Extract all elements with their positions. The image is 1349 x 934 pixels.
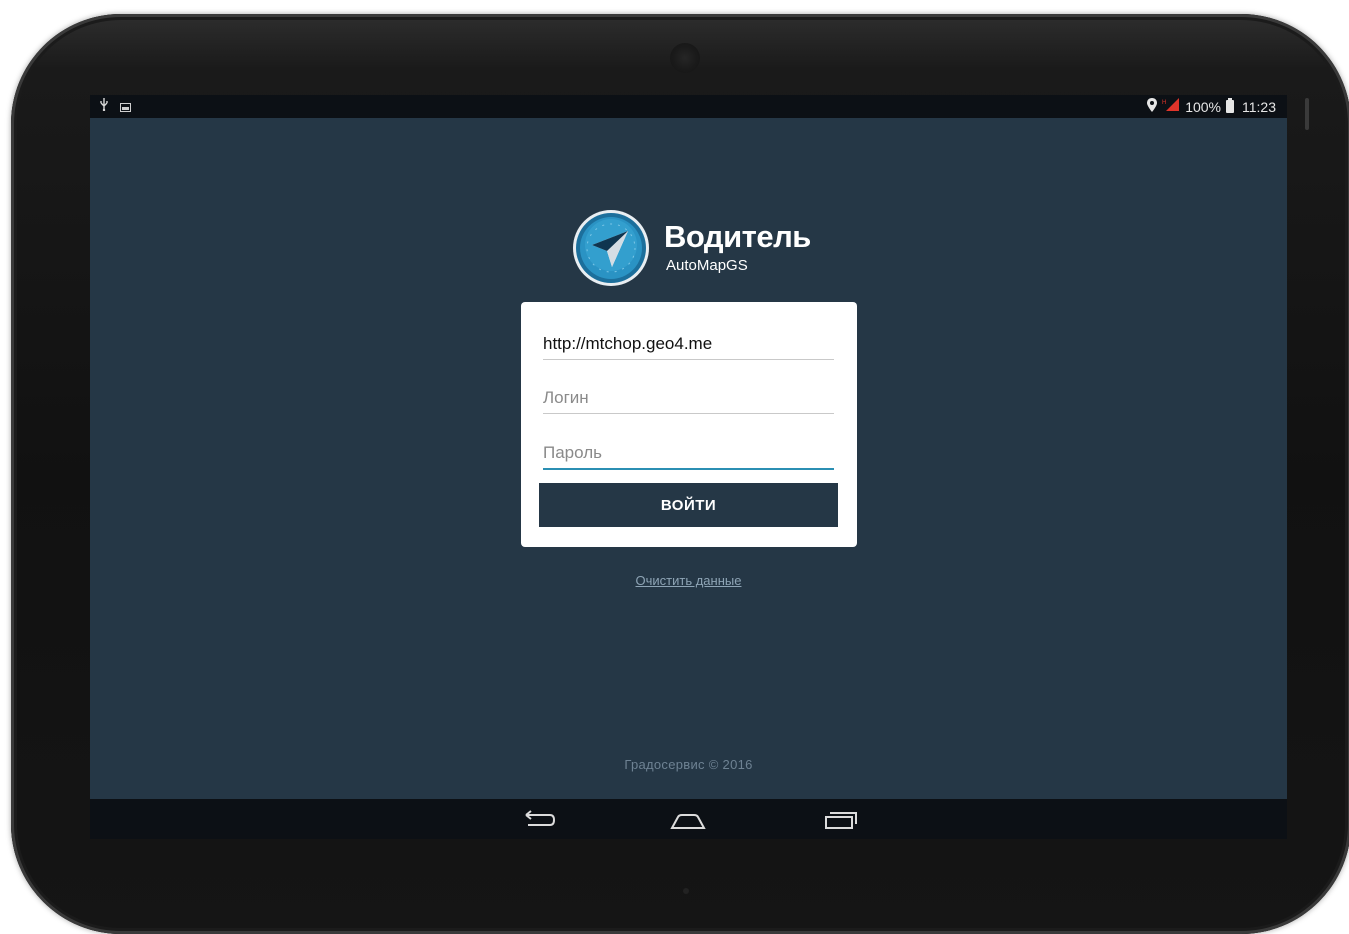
side-button xyxy=(1305,98,1309,130)
app-logo-icon xyxy=(573,210,649,286)
status-time: 11:23 xyxy=(1242,98,1276,115)
screen: H 100% 11:23 Водитель AutoMapGS ВОЙТИ Оч… xyxy=(90,95,1287,839)
status-bar: H 100% 11:23 xyxy=(90,95,1287,118)
copyright-footer: Градосервис © 2016 xyxy=(624,757,753,772)
login-form: ВОЙТИ xyxy=(521,302,857,547)
home-icon[interactable] xyxy=(668,809,708,831)
sensor-dot xyxy=(683,888,689,894)
location-icon xyxy=(1147,98,1158,115)
back-icon[interactable] xyxy=(518,809,558,831)
battery-icon xyxy=(1226,98,1234,113)
recent-apps-icon[interactable] xyxy=(820,809,860,831)
usb-icon xyxy=(99,98,109,114)
app-title: Водитель xyxy=(664,219,811,254)
clear-data-link[interactable]: Очистить данные xyxy=(90,573,1287,588)
battery-percent: 100% xyxy=(1185,98,1221,115)
front-camera xyxy=(670,43,700,73)
image-icon xyxy=(120,102,131,112)
navigation-bar xyxy=(90,799,1287,839)
login-button[interactable]: ВОЙТИ xyxy=(539,483,838,527)
signal-icon: H xyxy=(1162,98,1180,115)
status-bar-system: H 100% 11:23 xyxy=(1147,98,1276,115)
svg-text:H: H xyxy=(1162,100,1166,106)
app-subtitle: AutoMapGS xyxy=(666,257,748,274)
login-input[interactable] xyxy=(543,383,834,414)
password-input[interactable] xyxy=(543,438,834,470)
server-url-input[interactable] xyxy=(543,329,834,360)
status-bar-notifications xyxy=(99,98,131,114)
